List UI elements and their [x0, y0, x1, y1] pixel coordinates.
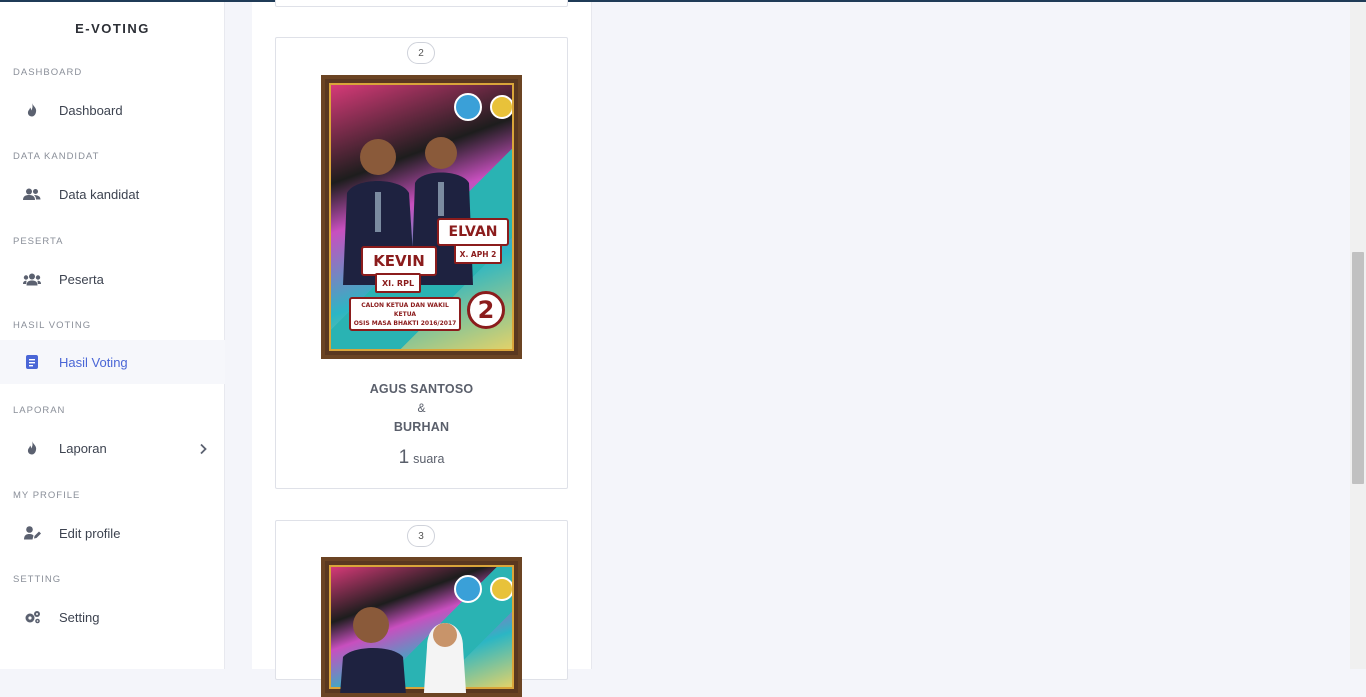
brand-title: E-VOTING: [75, 21, 150, 36]
section-label-my-profile: MY PROFILE: [13, 490, 81, 501]
poster-class-right: X. APH 2: [454, 244, 502, 264]
candidate-card: 2 KEVIN XI. RPL ELVAN X. APH 2 CALON KET…: [275, 37, 568, 489]
sidebar-item-peserta[interactable]: Peserta: [0, 257, 225, 301]
sidebar-item-dashboard[interactable]: Dashboard: [0, 88, 225, 132]
users-group-icon: [23, 270, 41, 288]
candidate-number-badge: 2: [407, 42, 435, 64]
sidebar-item-data-kandidat[interactable]: Data kandidat: [0, 172, 225, 216]
candidate-poster-image: KEVIN XI. RPL ELVAN X. APH 2 CALON KETUA…: [321, 75, 522, 359]
candidate-poster-image: [321, 557, 522, 697]
section-label-peserta: PESERTA: [13, 236, 64, 247]
section-label-data-kandidat: DATA KANDIDAT: [13, 151, 100, 162]
gears-icon: [23, 608, 41, 626]
candidate-card: 3: [275, 520, 568, 697]
vote-count-unit: suara: [413, 452, 445, 466]
content-divider: [591, 2, 592, 669]
poster-background: KEVIN XI. RPL ELVAN X. APH 2 CALON KETUA…: [329, 83, 514, 351]
sidebar-item-label: Hasil Voting: [59, 354, 128, 370]
section-label-laporan: LAPORAN: [13, 405, 66, 416]
section-label-dashboard: DASHBOARD: [13, 67, 83, 78]
poster-caption-line2: OSIS MASA BHAKTI 2016/2017: [353, 319, 457, 327]
sidebar: E-VOTING DASHBOARD Dashboard DATA KANDID…: [0, 2, 225, 669]
candidate-name-2: BURHAN: [393, 420, 450, 434]
vote-count: 1 suara: [276, 447, 567, 469]
sidebar-item-laporan[interactable]: Laporan: [0, 426, 225, 470]
sidebar-item-label: Data kandidat: [59, 186, 140, 202]
sidebar-item-label: Edit profile: [59, 525, 121, 541]
vote-count-number: 1: [398, 447, 410, 468]
fire-icon: [23, 101, 41, 119]
candidate-card-previous: [275, 0, 568, 7]
poster-name-right: ELVAN: [437, 218, 509, 246]
sidebar-item-setting[interactable]: Setting: [0, 595, 225, 639]
poster-big-number: 2: [467, 291, 505, 329]
sidebar-item-edit-profile[interactable]: Edit profile: [0, 511, 225, 555]
poster-background: [329, 565, 514, 693]
sidebar-item-label: Dashboard: [59, 102, 123, 118]
section-label-setting: SETTING: [13, 574, 62, 585]
sidebar-item-hasil-voting[interactable]: Hasil Voting: [0, 340, 225, 384]
section-label-hasil-voting: HASIL VOTING: [13, 320, 92, 331]
poster-caption-line1: CALON KETUA DAN WAKIL KETUA: [361, 301, 449, 318]
poster-caption: CALON KETUA DAN WAKIL KETUA OSIS MASA BH…: [349, 297, 461, 331]
poster-class-left: XI. RPL: [375, 273, 421, 293]
chevron-right-icon: [197, 442, 209, 455]
sidebar-item-label: Laporan: [59, 440, 107, 456]
candidate-number-badge: 3: [407, 525, 435, 547]
fire-icon: [23, 439, 41, 457]
scrollbar-thumb[interactable]: [1352, 252, 1364, 484]
users-icon: [23, 185, 41, 203]
sidebar-item-label: Peserta: [59, 271, 104, 287]
candidate-name-1: AGUS SANTOSO: [369, 382, 474, 396]
document-icon: [23, 353, 41, 371]
user-edit-icon: [23, 524, 41, 542]
sidebar-item-label: Setting: [59, 609, 100, 625]
poster-name-left: KEVIN: [361, 246, 437, 276]
candidate-conjunction: &: [417, 401, 426, 415]
